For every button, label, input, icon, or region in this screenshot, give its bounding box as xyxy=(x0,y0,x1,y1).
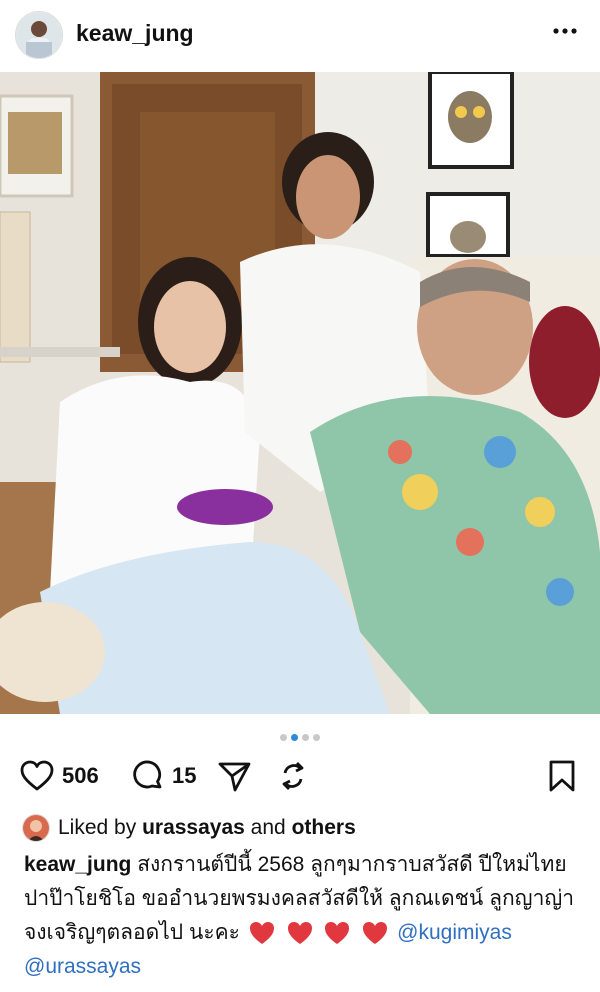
post-caption: keaw_jung สงกรานต์ปีนี้ 2568 ลูกๆมากราบส… xyxy=(24,848,584,984)
like-action[interactable]: 506 xyxy=(20,756,99,796)
liked-by-user[interactable]: urassayas xyxy=(142,816,245,840)
repost-action[interactable] xyxy=(276,756,310,796)
carousel-dot xyxy=(313,734,320,741)
share-action[interactable] xyxy=(218,756,252,796)
carousel-indicator xyxy=(0,728,600,742)
comment-icon[interactable] xyxy=(132,760,164,792)
red-heart-emoji-icon xyxy=(287,922,312,945)
red-heart-emoji-icon xyxy=(325,922,350,945)
bookmark-icon[interactable] xyxy=(548,759,576,793)
liked-by-prefix: Liked by xyxy=(58,816,137,839)
caption-username[interactable]: keaw_jung xyxy=(24,853,131,876)
like-count: 506 xyxy=(62,763,99,788)
red-heart-emoji-icon xyxy=(363,922,388,945)
more-icon[interactable] xyxy=(552,26,578,36)
comment-count: 15 xyxy=(172,763,197,788)
liker-avatar[interactable] xyxy=(22,814,50,842)
save-action[interactable] xyxy=(548,756,576,796)
action-bar: 506 15 xyxy=(0,756,600,800)
mention-link[interactable]: @urassayas xyxy=(24,955,141,978)
liked-by-others[interactable]: others xyxy=(292,816,356,840)
repost-icon[interactable] xyxy=(276,759,310,793)
heart-icon[interactable] xyxy=(20,760,54,792)
carousel-dot-active xyxy=(291,734,298,741)
post-username[interactable]: keaw_jung xyxy=(76,20,194,47)
comment-action[interactable]: 15 xyxy=(132,756,196,796)
share-icon[interactable] xyxy=(218,760,252,792)
post-photo[interactable] xyxy=(0,72,600,714)
profile-avatar[interactable] xyxy=(15,11,63,59)
carousel-dot xyxy=(280,734,287,741)
mention-link[interactable]: @kugimiyas xyxy=(397,921,512,944)
post-header: keaw_jung xyxy=(0,0,600,70)
carousel-dot xyxy=(302,734,309,741)
red-heart-emoji-icon xyxy=(249,922,274,945)
liked-by: Liked by urassayas and others xyxy=(22,814,356,842)
liked-by-connector: and xyxy=(250,816,286,839)
